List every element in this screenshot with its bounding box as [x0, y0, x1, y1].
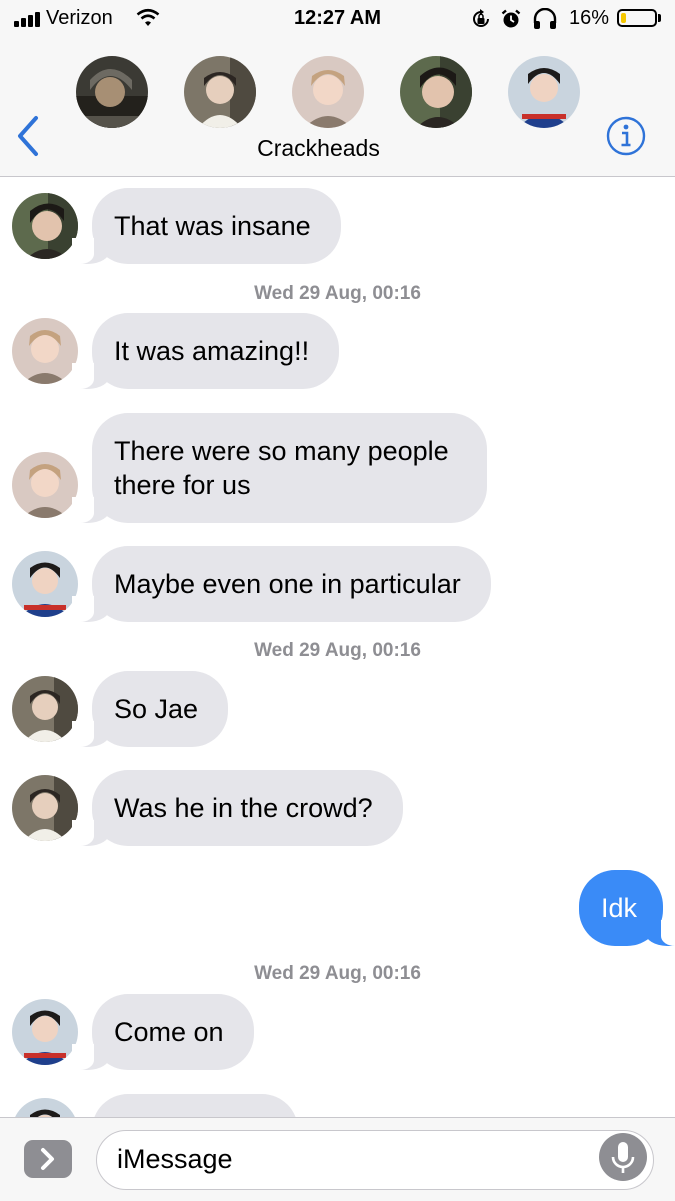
message-text: Maybe even one in particular: [114, 569, 461, 599]
message-text-line: there for us: [114, 470, 251, 500]
group-name[interactable]: Crackheads: [0, 135, 637, 162]
message-bubble[interactable]: There were so many people there for us: [72, 413, 487, 523]
message-bubble[interactable]: Was he in the crowd?: [72, 770, 403, 846]
message-row: So Jae: [71, 671, 229, 747]
message-text: Was he in the crowd?: [114, 793, 373, 823]
headphones-icon: [533, 8, 557, 29]
participant-avatar[interactable]: [184, 56, 256, 128]
conversation-header: Crackheads: [0, 38, 675, 177]
alarm-icon: [501, 9, 521, 28]
message-bubble[interactable]: Come on: [72, 994, 254, 1070]
sender-avatar[interactable]: [12, 676, 78, 742]
message-text: Idk: [600, 893, 637, 923]
message-bubble[interactable]: That was insane: [72, 188, 341, 264]
battery-tip: [658, 14, 661, 22]
sent-message-bubble[interactable]: Idk: [578, 870, 675, 946]
message-text-line: There were so many people: [114, 436, 449, 466]
participant-avatar[interactable]: [292, 56, 364, 128]
message-timestamp: Wed 29 Aug, 00:16: [254, 963, 421, 984]
participant-avatar[interactable]: [76, 56, 148, 128]
app-store-chevron-icon[interactable]: [24, 1140, 72, 1178]
message-timestamp: Wed 29 Aug, 00:16: [254, 640, 421, 661]
status-bar: Verizon 12:27 AM 16%: [0, 0, 675, 38]
message-row: It was amazing!!: [71, 313, 340, 389]
participant-avatar[interactable]: [400, 56, 472, 128]
message-text: It was amazing!!: [114, 336, 310, 366]
info-icon[interactable]: [606, 116, 646, 156]
message-row-sent: Idk: [578, 870, 675, 946]
message-text: Come on: [114, 1017, 224, 1047]
message-row: That was insane: [72, 188, 341, 264]
message-bubble[interactable]: It was amazing!!: [71, 313, 340, 389]
sender-avatar[interactable]: [12, 775, 78, 841]
message-timestamp: Wed 29 Aug, 00:16: [254, 283, 421, 304]
message-bubble[interactable]: Maybe even one in particular: [72, 546, 491, 622]
participant-avatar[interactable]: [508, 56, 580, 128]
battery-percent: 16%: [569, 7, 610, 29]
sender-avatar[interactable]: [12, 318, 78, 384]
battery-level-fill: [621, 13, 626, 23]
screen-lock-rotation-icon: [473, 9, 489, 27]
sender-avatar[interactable]: [12, 551, 78, 617]
message-text: So Jae: [114, 694, 199, 724]
microphone-icon[interactable]: [599, 1133, 647, 1181]
message-field-container[interactable]: [96, 1130, 654, 1190]
sender-avatar[interactable]: [12, 193, 78, 259]
message-bubble[interactable]: So Jae: [71, 671, 229, 747]
sender-avatar[interactable]: [12, 999, 78, 1065]
message-row: There were so many people there for us: [72, 413, 487, 523]
sender-avatar[interactable]: [12, 452, 78, 518]
imessage-input[interactable]: [115, 1143, 599, 1176]
message-text: That was insane: [114, 211, 311, 241]
message-input-bar: [0, 1117, 675, 1201]
message-row: Maybe even one in particular: [72, 546, 491, 622]
battery-icon: [617, 9, 657, 27]
message-row: Was he in the crowd?: [72, 770, 403, 846]
message-row: Come on: [72, 994, 254, 1070]
